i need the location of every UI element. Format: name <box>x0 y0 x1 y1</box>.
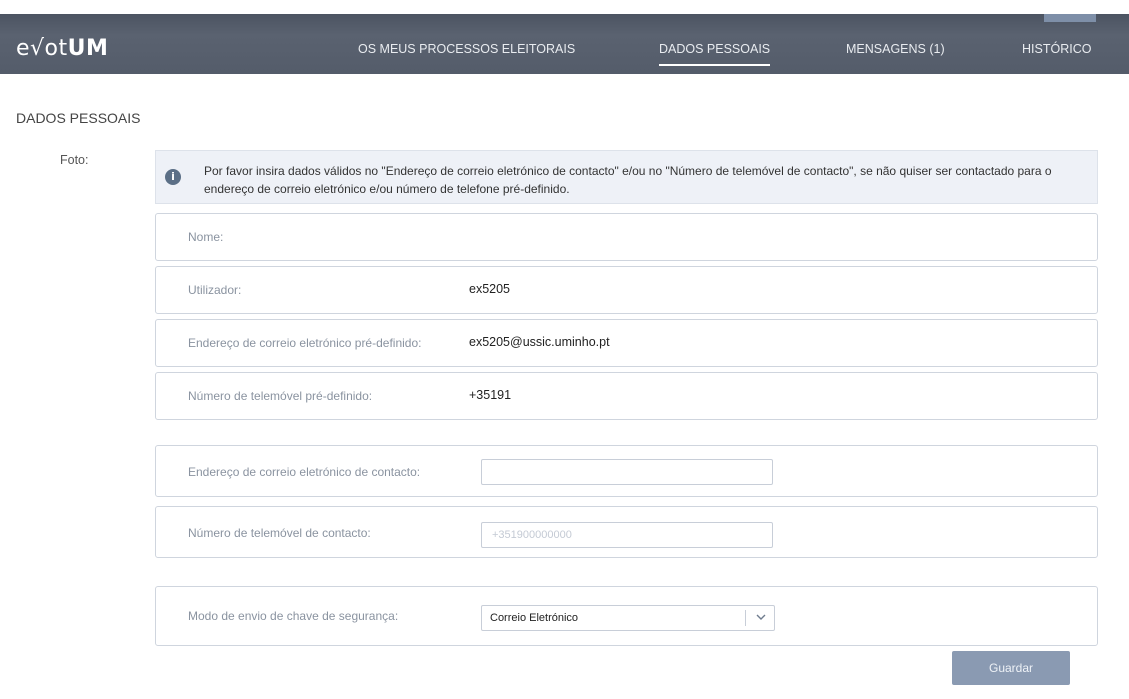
row-email-default: Endereço de correio eletrónico pré-defin… <box>155 319 1098 367</box>
top-strip <box>0 0 1129 14</box>
row-phone-contact: Número de telemóvel de contacto: <box>155 506 1098 558</box>
save-button[interactable]: Guardar <box>952 651 1070 685</box>
info-alert: i Por favor insira dados válidos no "End… <box>155 150 1098 204</box>
navbar-accent <box>1044 14 1096 22</box>
email-contact-label: Endereço de correio eletrónico de contac… <box>188 465 421 479</box>
chevron-down-icon <box>756 614 766 620</box>
phone-default-label: Número de telemóvel pré-definido: <box>188 389 373 403</box>
email-default-label: Endereço de correio eletrónico pré-defin… <box>188 336 422 350</box>
nav-historico[interactable]: HISTÓRICO <box>1022 42 1091 56</box>
nav-dados-pessoais[interactable]: DADOS PESSOAIS <box>659 42 771 66</box>
select-divider <box>745 610 746 626</box>
phone-contact-input[interactable] <box>481 522 773 548</box>
navbar: e√otUM OS MEUS PROCESSOS ELEITORAIS DADO… <box>0 14 1129 74</box>
nav-mensagens[interactable]: MENSAGENS (1) <box>846 42 945 56</box>
foto-label: Foto: <box>60 153 89 167</box>
row-utilizador: Utilizador: ex5205 <box>155 266 1098 314</box>
nav-meus-processos[interactable]: OS MEUS PROCESSOS ELEITORAIS <box>358 42 575 56</box>
row-email-contact: Endereço de correio eletrónico de contac… <box>155 445 1098 497</box>
email-default-value: ex5205@ussic.uminho.pt <box>469 335 610 349</box>
logo-prefix: e√ot <box>16 36 68 61</box>
phone-default-value: +35191 <box>469 388 512 402</box>
page-title: DADOS PESSOAIS <box>16 110 141 126</box>
security-mode-select[interactable]: Correio Eletrónico <box>481 605 775 631</box>
info-circle-icon: i <box>165 169 181 185</box>
row-nome: Nome: <box>155 213 1098 261</box>
phone-contact-label: Número de telemóvel de contacto: <box>188 526 371 540</box>
logo-bold: UM <box>67 36 109 61</box>
nome-label: Nome: <box>188 230 224 244</box>
utilizador-label: Utilizador: <box>188 283 242 297</box>
row-security-mode: Modo de envio de chave de segurança: Cor… <box>155 586 1098 646</box>
row-phone-default: Número de telemóvel pré-definido: +35191 <box>155 372 1098 420</box>
info-text: Por favor insira dados válidos no "Ender… <box>204 164 1052 196</box>
email-contact-input[interactable] <box>481 459 773 485</box>
security-mode-selected: Correio Eletrónico <box>490 612 579 624</box>
security-mode-label: Modo de envio de chave de segurança: <box>188 609 399 623</box>
app-logo[interactable]: e√otUM <box>16 36 108 61</box>
utilizador-value: ex5205 <box>469 282 511 296</box>
